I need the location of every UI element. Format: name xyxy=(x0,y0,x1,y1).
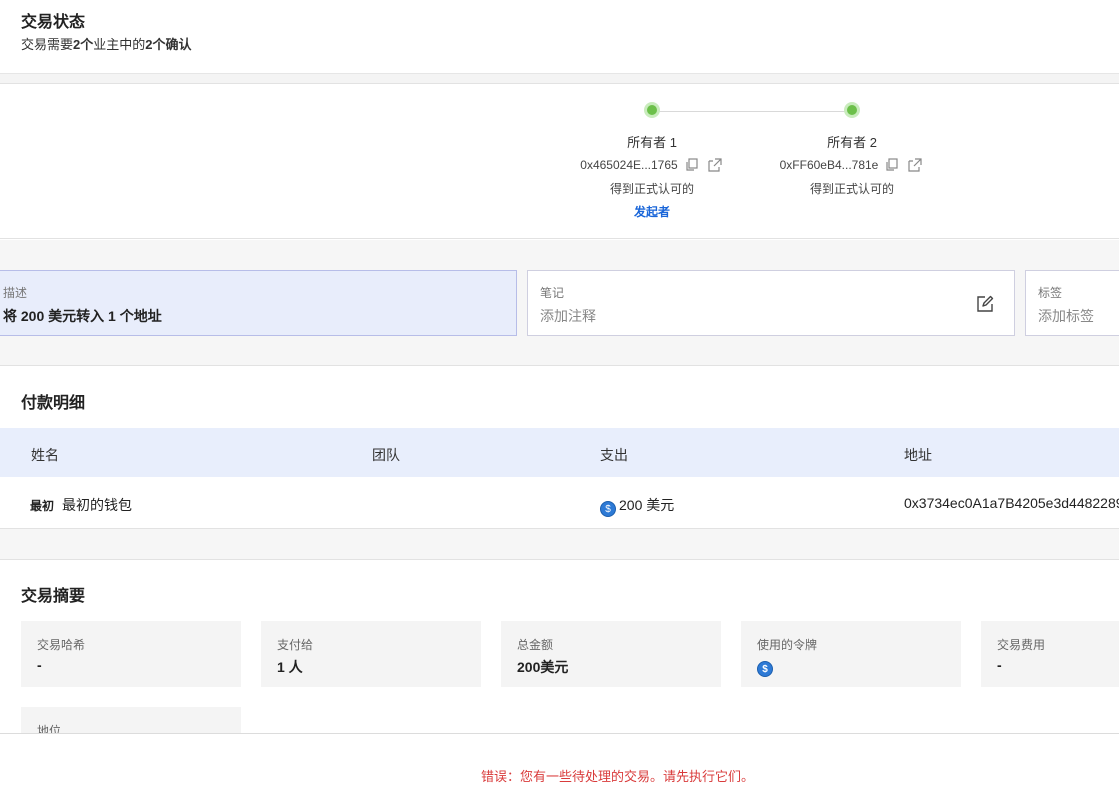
owner-status: 得到正式认可的 xyxy=(609,182,694,196)
summary-total: 总金额 200美元 xyxy=(501,621,721,687)
payment-details-title: 付款明细 xyxy=(21,395,86,412)
column-address: 地址 xyxy=(904,447,932,463)
column-team: 团队 xyxy=(372,447,400,463)
wallet-badge: 最初 xyxy=(30,499,55,513)
summary-paid-to: 支付给 1 人 xyxy=(261,621,481,687)
copy-icon[interactable] xyxy=(683,158,701,172)
external-link-icon[interactable] xyxy=(706,158,724,172)
initiator-label: 发起者 xyxy=(633,205,670,219)
section-divider xyxy=(0,74,1119,84)
owner-name: 所有者 2 xyxy=(827,135,877,150)
owner-address: 0x465024E...1765 xyxy=(580,158,678,172)
confirmation-requirement: 交易需要2个业主中的2个确认 xyxy=(21,37,192,52)
description-label: 描述 xyxy=(3,286,28,300)
owner-approvals: 所有者 1 0x465024E...1765 得到正式认可的 发起者 所有者 2… xyxy=(0,84,1119,239)
table-header: 姓名 团队 支出 地址 xyxy=(0,428,1119,477)
copy-icon[interactable] xyxy=(883,158,901,172)
external-link-icon[interactable] xyxy=(906,158,924,172)
summary-fee: 交易费用 - xyxy=(981,621,1119,687)
approved-dot-icon xyxy=(844,102,860,118)
address-cell: 0x3734ec0A1a7B4205e3d4482289 xyxy=(904,495,1119,511)
column-amount: 支出 xyxy=(600,447,628,463)
coin-icon: $ xyxy=(600,501,616,517)
table-row: 最初 最初的钱包 $200 美元 0x3734ec0A1a7B4205e3d448… xyxy=(0,477,1119,528)
page-title: 交易状态 xyxy=(21,14,86,31)
summary-token: 使用的令牌 $ xyxy=(741,621,961,687)
summary-title: 交易摘要 xyxy=(21,588,86,605)
summary-tx-hash: 交易哈希 - xyxy=(21,621,241,687)
owner-name: 所有者 1 xyxy=(627,135,677,150)
error-bar: 错误：您有一些待处理的交易。请先执行它们。 xyxy=(0,733,1119,789)
tag-card[interactable]: 标签 添加标签 xyxy=(1025,270,1119,336)
note-label: 笔记 xyxy=(540,286,565,300)
note-placeholder[interactable]: 添加注释 xyxy=(540,306,596,326)
coin-icon: $ xyxy=(757,661,773,677)
amount-cell: $200 美元 xyxy=(600,495,674,517)
owner-address: 0xFF60eB4...781e xyxy=(779,158,879,172)
payment-details: 付款明细 姓名 团队 支出 地址 最初 最初的钱包 $200 美元 0x3734e… xyxy=(0,367,1119,529)
description-card[interactable]: 描述 将 200 美元转入 1 个地址 xyxy=(0,270,517,336)
error-message: 错误：您有一些待处理的交易。请先执行它们。 xyxy=(480,769,754,784)
tag-label: 标签 xyxy=(1038,286,1063,300)
recipient-name: 最初的钱包 xyxy=(62,497,133,513)
transaction-status-header: 交易状态 交易需要2个业主中的2个确认 xyxy=(0,0,1119,74)
tag-placeholder[interactable]: 添加标签 xyxy=(1038,306,1094,326)
note-card[interactable]: 笔记 添加注释 xyxy=(527,270,1015,336)
owner-address-row: 0xFF60eB4...781e xyxy=(752,158,952,172)
transaction-summary: 交易摘要 交易哈希 - 支付给 1 人 总金额 200美元 使用的令牌 $ 交易… xyxy=(0,560,1119,733)
owner-address-row: 0x465024E...1765 xyxy=(552,158,752,172)
owner-status: 得到正式认可的 xyxy=(809,182,894,196)
column-name: 姓名 xyxy=(31,447,59,463)
approved-dot-icon xyxy=(644,102,660,118)
summary-status: 地位 xyxy=(21,707,241,733)
recipient-cell: 最初 最初的钱包 xyxy=(30,495,132,515)
edit-icon[interactable] xyxy=(976,295,994,313)
section-divider xyxy=(0,529,1119,560)
description-value: 将 200 美元转入 1 个地址 xyxy=(3,308,162,324)
amount-value: 200 美元 xyxy=(619,497,675,513)
owner-1: 所有者 1 0x465024E...1765 得到正式认可的 发起者 xyxy=(552,102,752,220)
owner-2: 所有者 2 0xFF60eB4...781e 得到正式认可的 xyxy=(752,102,952,197)
